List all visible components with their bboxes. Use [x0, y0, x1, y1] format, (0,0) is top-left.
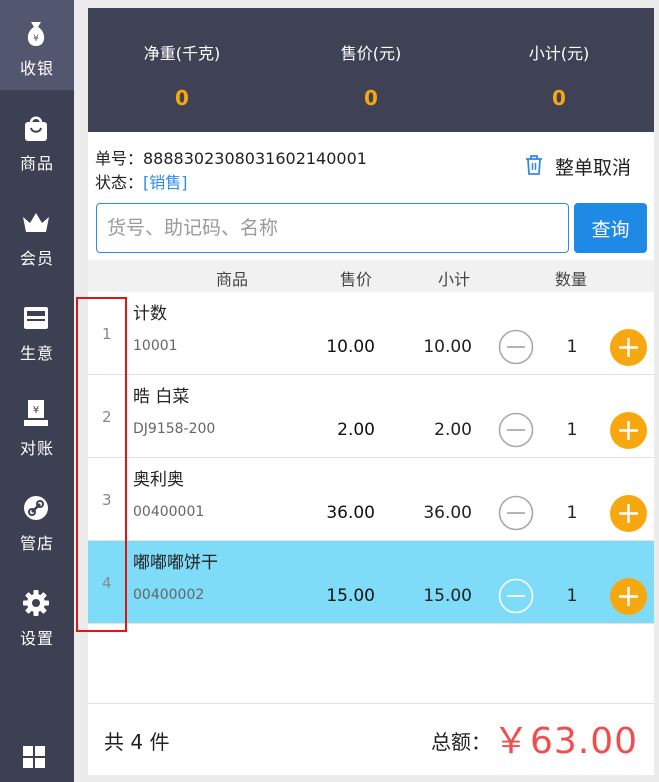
gear-icon	[23, 590, 49, 616]
table-header: 商品 售价 小计 数量	[88, 260, 654, 292]
product-code: DJ9158-200	[133, 421, 216, 437]
sidebar-item-label: 会员	[19, 249, 54, 268]
sidebar-item-members[interactable]: 会员	[0, 190, 74, 280]
decrease-qty-button[interactable]	[498, 495, 534, 531]
sidebar-item-business[interactable]: 生意	[0, 285, 74, 375]
table-row[interactable]: 3 奥利奥 00400001 36.00 36.00 1	[88, 458, 654, 541]
sidebar-item-label: 收银	[19, 59, 54, 78]
product-name: 奥利奥	[133, 470, 184, 490]
order-status-label: 状态：	[95, 173, 144, 192]
link-icon	[24, 496, 48, 520]
sidebar-item-reconcile[interactable]: ¥ 对账	[0, 380, 74, 470]
highlight-annotation-box	[76, 297, 127, 632]
product-name: 嘟嘟嘟饼干	[133, 553, 218, 573]
svg-text:¥: ¥	[33, 405, 39, 416]
search-button[interactable]: 查询	[574, 203, 647, 253]
product-qty: 1	[566, 420, 578, 440]
cancel-order-label: 整单取消	[555, 157, 632, 179]
product-subtotal: 15.00	[423, 586, 472, 606]
sidebar-item-products[interactable]: 商品	[0, 95, 74, 185]
header-subtotal: 小计	[438, 270, 471, 289]
shopping-bag-icon	[25, 116, 47, 141]
product-subtotal: 10.00	[423, 337, 472, 357]
table-row[interactable]: 1 计数 10001 10.00 10.00 1	[88, 292, 654, 375]
product-subtotal: 36.00	[423, 503, 472, 523]
product-code: 00400002	[133, 587, 205, 603]
order-footer: 共 4 件 总额： ￥63.00	[88, 703, 654, 775]
decrease-qty-button[interactable]	[498, 412, 534, 448]
subtotal-label: 小计(元)	[528, 44, 590, 63]
decrease-qty-button[interactable]	[498, 329, 534, 365]
summary-bar: 净重(千克) 0 售价(元) 0 小计(元) 0	[88, 8, 654, 132]
total-amount: ￥63.00	[492, 721, 638, 762]
price-label: 售价(元)	[340, 44, 402, 63]
subtotal-value: 0	[552, 86, 566, 110]
weight-value: 0	[175, 86, 189, 110]
item-count: 共 4 件	[104, 730, 170, 754]
order-status: 状态：[销售]	[95, 169, 188, 193]
sidebar-item-settings[interactable]: 设置	[0, 570, 74, 660]
reconcile-icon: ¥	[24, 400, 48, 426]
product-price: 15.00	[326, 586, 375, 606]
header-qty: 数量	[555, 270, 588, 289]
product-name: 晧 白菜	[133, 387, 190, 407]
money-bag-icon: ¥	[27, 22, 45, 46]
header-product: 商品	[216, 270, 249, 289]
sidebar-item-label: 商品	[19, 154, 54, 173]
increase-qty-button[interactable]	[610, 578, 647, 615]
product-qty: 1	[566, 503, 578, 523]
product-price: 10.00	[326, 337, 375, 357]
increase-qty-button[interactable]	[610, 412, 647, 449]
increase-qty-button[interactable]	[610, 329, 647, 366]
sidebar: ¥ 收银 商品 会员 生意 ¥ 对账 管店 设置	[0, 0, 74, 782]
product-price: 2.00	[337, 420, 375, 440]
decrease-qty-button[interactable]	[498, 578, 534, 614]
grid-icon[interactable]	[23, 746, 45, 768]
total-label: 总额：	[431, 730, 491, 754]
header-price: 售价	[340, 270, 373, 289]
sidebar-item-label: 对账	[19, 439, 54, 458]
search-input[interactable]	[96, 203, 569, 253]
table-row-selected[interactable]: 4 嘟嘟嘟饼干 00400002 15.00 15.00 1	[88, 541, 654, 624]
product-code: 10001	[133, 338, 178, 354]
cashier-panel: 净重(千克) 0 售价(元) 0 小计(元) 0 单号：888830230803…	[88, 8, 654, 775]
weight-label: 净重(千克)	[143, 44, 221, 63]
svg-text:¥: ¥	[33, 34, 39, 44]
price-value: 0	[364, 86, 378, 110]
product-price: 36.00	[326, 503, 375, 523]
sidebar-item-label: 管店	[19, 534, 54, 553]
table-row[interactable]: 2 晧 白菜 DJ9158-200 2.00 2.00 1	[88, 375, 654, 458]
sidebar-item-cashier[interactable]: ¥ 收银	[0, 0, 74, 90]
product-code: 00400001	[133, 504, 205, 520]
register-icon	[24, 307, 48, 329]
order-number: 单号：888830230803160214000​1	[95, 149, 367, 168]
sidebar-item-store[interactable]: 管店	[0, 475, 74, 565]
order-status-value: [销售]	[143, 173, 188, 192]
product-qty: 1	[566, 586, 578, 606]
trash-icon	[526, 155, 542, 175]
product-qty: 1	[566, 337, 578, 357]
sidebar-item-label: 生意	[19, 344, 54, 363]
product-subtotal: 2.00	[434, 420, 472, 440]
increase-qty-button[interactable]	[610, 495, 647, 532]
crown-icon	[23, 213, 49, 232]
sidebar-item-label: 设置	[19, 629, 54, 648]
product-name: 计数	[133, 304, 167, 324]
